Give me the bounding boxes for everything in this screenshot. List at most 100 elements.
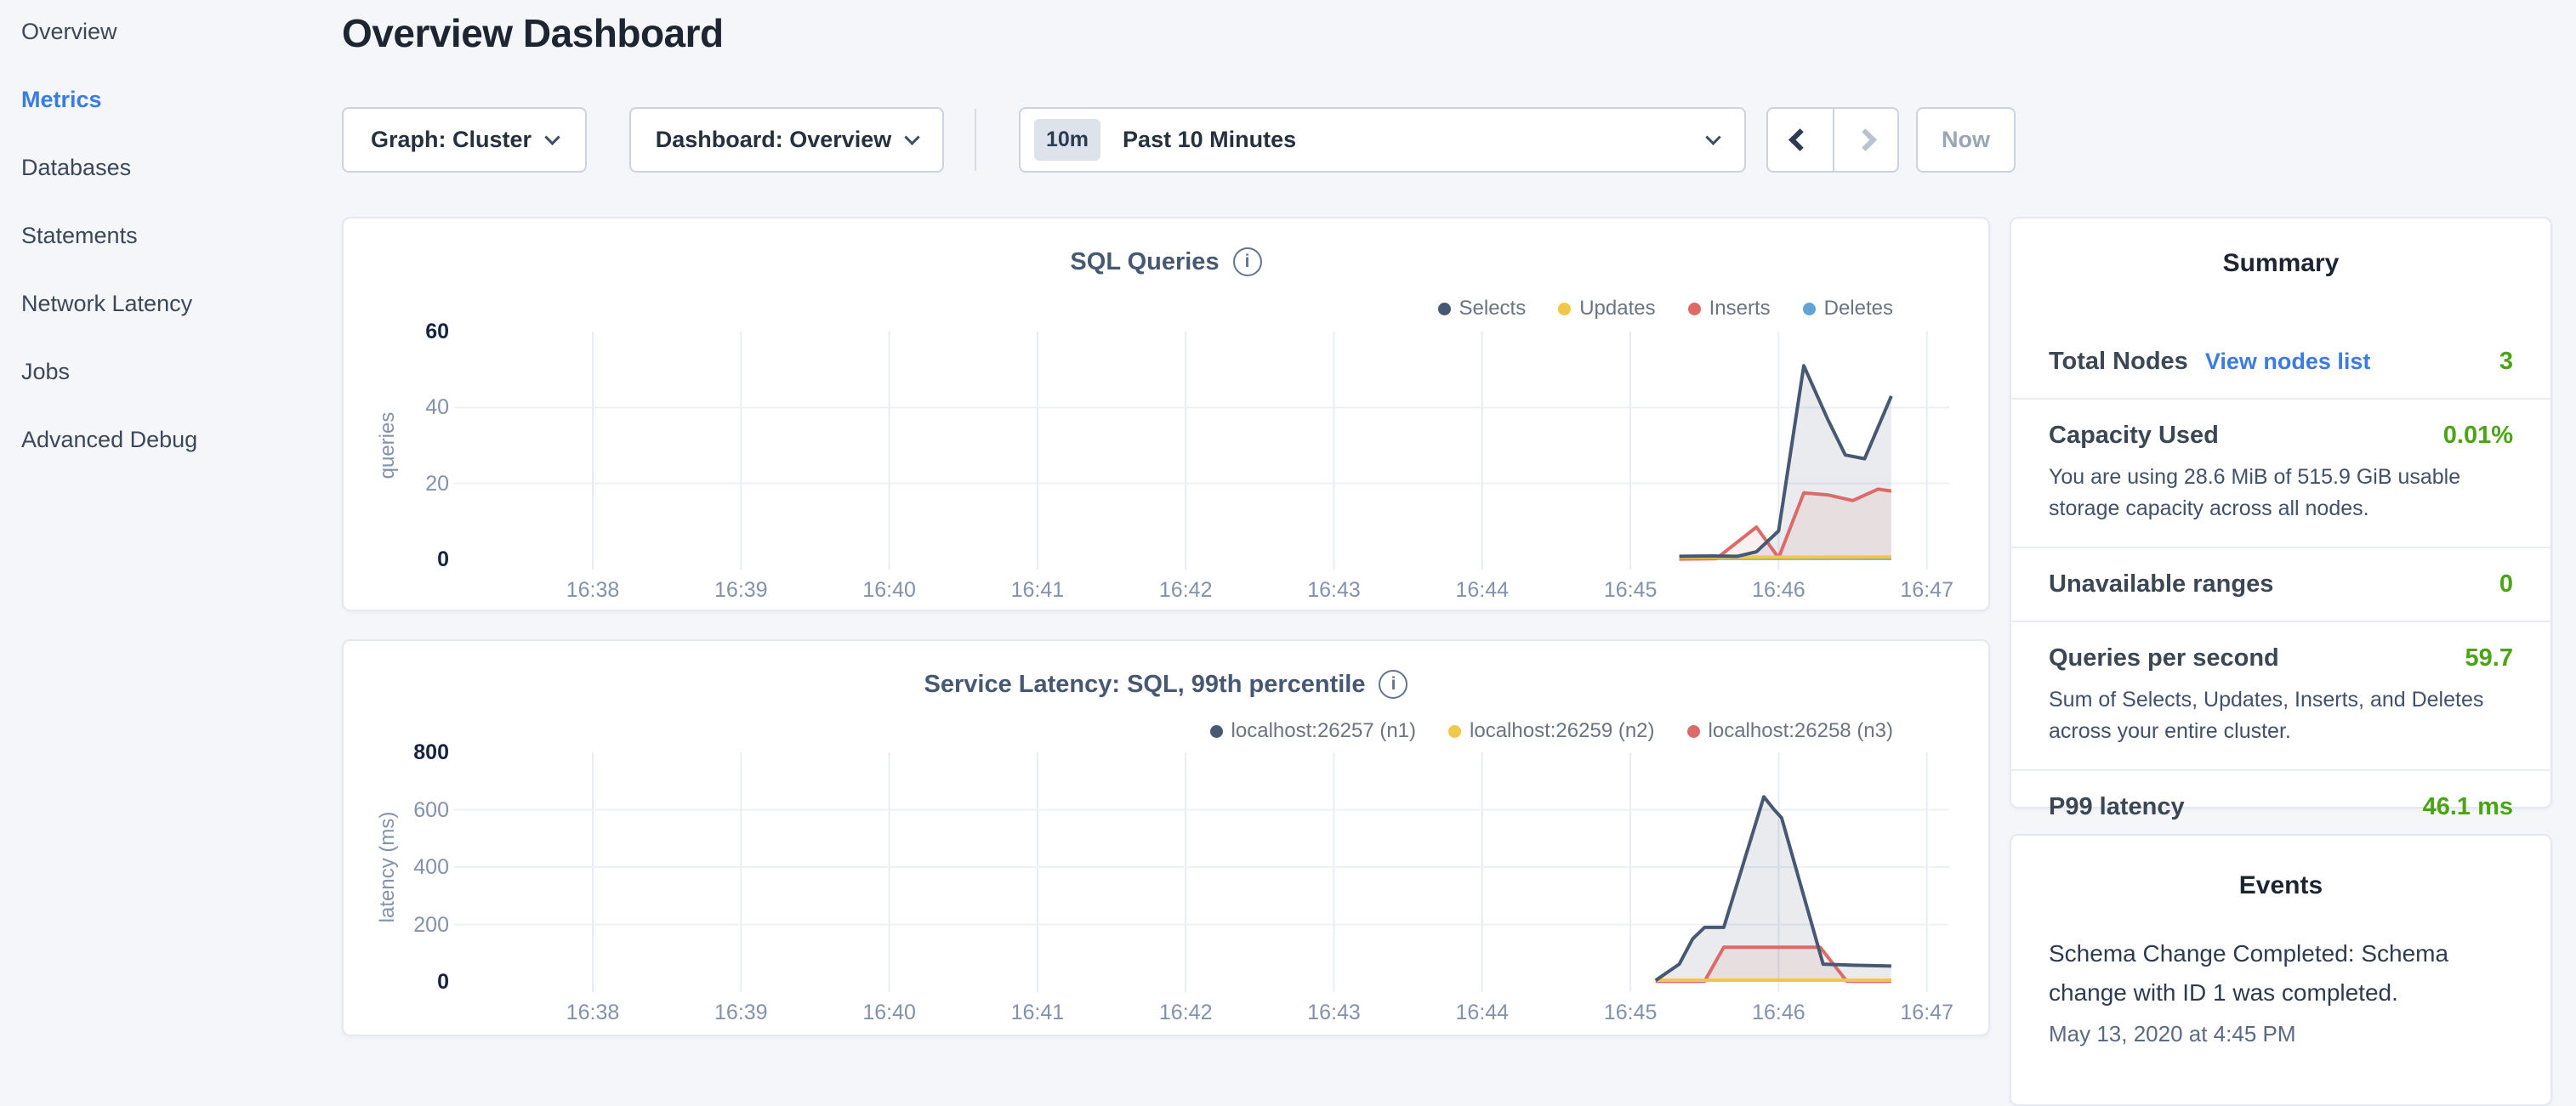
- chevron-down-icon: [905, 129, 920, 145]
- x-axis-tick-label: 16:47: [1868, 578, 1987, 603]
- event-text: Schema Change Completed: Schema change w…: [2049, 934, 2513, 1012]
- chart-title-row: SQL Queries: [344, 247, 1988, 276]
- y-axis-tick-label: 0: [344, 546, 449, 573]
- summary-row-unavailable-ranges: Unavailable ranges 0: [2011, 548, 2550, 622]
- x-axis-tick-label: 16:42: [1126, 1001, 1245, 1025]
- x-axis-tick-label: 16:45: [1571, 1001, 1690, 1025]
- chevron-down-icon: [1705, 129, 1720, 145]
- summary-label: Total Nodes: [2049, 348, 2188, 376]
- x-axis-tick-label: 16:44: [1423, 1001, 1542, 1025]
- legend-item: Deletes: [1803, 297, 1893, 320]
- time-window-label: Past 10 Minutes: [1123, 127, 1296, 153]
- summary-subtext: You are using 28.6 MiB of 515.9 GiB usab…: [2049, 462, 2513, 525]
- x-axis-tick-label: 16:38: [533, 1001, 652, 1025]
- y-axis-title: queries: [376, 412, 400, 479]
- sidebar-item-statements[interactable]: Statements: [0, 210, 340, 261]
- summary-label: Capacity Used: [2049, 422, 2219, 450]
- sidebar-item-databases[interactable]: Databases: [0, 142, 340, 193]
- events-panel: Events Schema Change Completed: Schema c…: [2010, 834, 2552, 1106]
- x-axis-tick-label: 16:43: [1275, 578, 1394, 603]
- service-latency-chart-card: Service Latency: SQL, 99th percentile lo…: [342, 639, 1990, 1036]
- event-timestamp: May 13, 2020 at 4:45 PM: [2049, 1021, 2513, 1047]
- y-axis-tick-label: 0: [344, 968, 449, 995]
- chart-plot-area[interactable]: [451, 752, 1949, 997]
- x-axis-tick-label: 16:44: [1423, 578, 1542, 603]
- x-axis-tick-label: 16:38: [533, 578, 652, 603]
- chart-title-row: Service Latency: SQL, 99th percentile: [344, 670, 1988, 699]
- summary-row-p99-latency: P99 latency 46.1 ms: [2011, 771, 2550, 843]
- legend-dot-icon: [1803, 303, 1816, 315]
- summary-label: Queries per second: [2049, 644, 2279, 672]
- sidebar: Overview Metrics Databases Statements Ne…: [0, 0, 340, 1051]
- legend-dot-icon: [1448, 725, 1461, 738]
- x-axis-tick-label: 16:41: [978, 578, 1097, 603]
- chart-title: SQL Queries: [1070, 248, 1219, 276]
- legend-dot-icon: [1558, 303, 1571, 315]
- sql-queries-chart-card: SQL Queries Selects Updates Inserts Deletes…: [342, 217, 1990, 611]
- summary-label: Unavailable ranges: [2049, 570, 2273, 598]
- x-axis-tick-label: 16:39: [681, 1001, 800, 1025]
- x-axis-tick-label: 16:40: [830, 578, 949, 603]
- x-axis-tick-label: 16:39: [681, 578, 800, 603]
- sidebar-item-overview[interactable]: Overview: [0, 6, 340, 57]
- summary-row-total-nodes: Total Nodes View nodes list 3: [2011, 326, 2550, 400]
- x-axis-tick-label: 16:46: [1719, 1001, 1838, 1025]
- info-icon[interactable]: [1379, 670, 1407, 699]
- summary-subtext: Sum of Selects, Updates, Inserts, and De…: [2049, 684, 2513, 747]
- sidebar-item-metrics[interactable]: Metrics: [0, 74, 340, 125]
- y-axis-title: latency (ms): [376, 812, 400, 923]
- sidebar-nav: Overview Metrics Databases Statements Ne…: [0, 0, 340, 465]
- chart-title: Service Latency: SQL, 99th percentile: [924, 671, 1366, 699]
- summary-row-capacity-used: Capacity Used 0.01% You are using 28.6 M…: [2011, 400, 2550, 548]
- view-nodes-list-link[interactable]: View nodes list: [2205, 349, 2371, 375]
- legend-dot-icon: [1210, 725, 1223, 738]
- sidebar-item-network-latency[interactable]: Network Latency: [0, 278, 340, 329]
- dashboard-selector-label: Dashboard: Overview: [656, 127, 892, 153]
- chevron-down-icon: [544, 129, 560, 145]
- x-axis-tick-label: 16:45: [1571, 578, 1690, 603]
- legend-dot-icon: [1687, 725, 1700, 738]
- page-title: Overview Dashboard: [342, 10, 724, 56]
- prev-timeframe-button[interactable]: [1768, 109, 1833, 171]
- summary-value: 59.7: [2465, 644, 2513, 672]
- summary-title: Summary: [2011, 218, 2550, 278]
- legend-dot-icon: [1438, 303, 1451, 315]
- x-axis-tick-label: 16:47: [1868, 1001, 1987, 1025]
- sidebar-item-jobs[interactable]: Jobs: [0, 346, 340, 397]
- summary-value: 3: [2499, 348, 2513, 376]
- graph-selector-label: Graph: Cluster: [371, 127, 532, 153]
- toolbar-divider: [975, 109, 976, 171]
- x-axis-tick-label: 16:46: [1719, 578, 1838, 603]
- x-axis-tick-label: 16:40: [830, 1001, 949, 1025]
- info-icon[interactable]: [1233, 247, 1262, 276]
- now-button[interactable]: Now: [1916, 107, 2016, 173]
- event-list-item[interactable]: Schema Change Completed: Schema change w…: [2011, 900, 2550, 1047]
- y-axis-tick-label: 800: [344, 739, 449, 766]
- x-axis-tick-label: 16:42: [1126, 578, 1245, 603]
- summary-value: 46.1 ms: [2423, 793, 2513, 821]
- legend-item: localhost:26257 (n1): [1210, 719, 1416, 743]
- chart-plot-area[interactable]: [451, 332, 1949, 575]
- chevron-right-icon: [1855, 128, 1878, 151]
- next-timeframe-button[interactable]: [1833, 109, 1897, 171]
- x-axis-tick-label: 16:41: [978, 1001, 1097, 1025]
- legend-item: localhost:26259 (n2): [1448, 719, 1654, 743]
- sidebar-item-advanced-debug[interactable]: Advanced Debug: [0, 414, 340, 465]
- graph-selector-dropdown[interactable]: Graph: Cluster: [342, 107, 587, 173]
- toolbar: Graph: Cluster Dashboard: Overview 10m P…: [342, 107, 2017, 173]
- summary-label: P99 latency: [2049, 793, 2185, 821]
- dashboard-selector-dropdown[interactable]: Dashboard: Overview: [629, 107, 944, 173]
- legend-item: Selects: [1438, 297, 1527, 320]
- x-axis-tick-label: 16:43: [1275, 1001, 1394, 1025]
- legend-item: Inserts: [1688, 297, 1771, 320]
- legend-dot-icon: [1688, 303, 1701, 315]
- time-window-badge: 10m: [1034, 119, 1100, 161]
- legend-item: Updates: [1558, 297, 1655, 320]
- now-button-label: Now: [1942, 127, 1990, 153]
- time-step-buttons: [1766, 107, 1899, 173]
- summary-panel: Summary Total Nodes View nodes list 3 Ca…: [2010, 217, 2552, 808]
- summary-value: 0.01%: [2443, 422, 2513, 450]
- chart-legend: Selects Updates Inserts Deletes: [1438, 297, 1894, 320]
- time-window-dropdown[interactable]: 10m Past 10 Minutes: [1019, 107, 1746, 173]
- legend-item: localhost:26258 (n3): [1687, 719, 1893, 743]
